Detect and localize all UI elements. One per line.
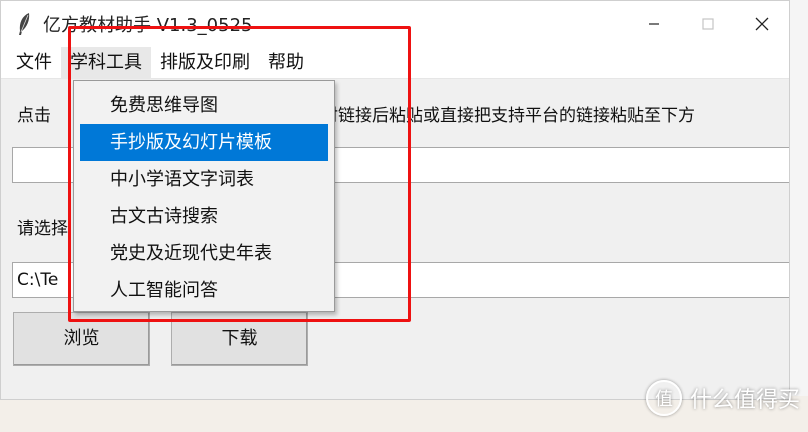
window-controls — [627, 1, 789, 47]
watermark-text: 什么值得买 — [689, 388, 800, 413]
app-window: 亿方教材助手 V1.3_0525 文件 学科工具 排版及印刷 帮助 点击 材链接… — [0, 0, 790, 400]
watermark: 值 什么值得买 — [645, 380, 800, 416]
feather-icon — [13, 11, 35, 37]
background-right — [788, 0, 808, 432]
minimize-icon[interactable] — [627, 1, 681, 47]
menu-file[interactable]: 文件 — [7, 47, 61, 79]
instruction-text: 点击 材链接后粘贴或直接把支持平台的链接粘贴至下方 — [17, 101, 695, 126]
watermark-logo-icon: 值 — [645, 380, 682, 416]
instruction-head: 点击 — [17, 106, 51, 126]
maximize-icon[interactable] — [681, 1, 735, 47]
annotation-highlight-box — [68, 26, 411, 322]
close-icon[interactable] — [735, 1, 789, 47]
save-path-label: 请选择 — [17, 219, 68, 239]
